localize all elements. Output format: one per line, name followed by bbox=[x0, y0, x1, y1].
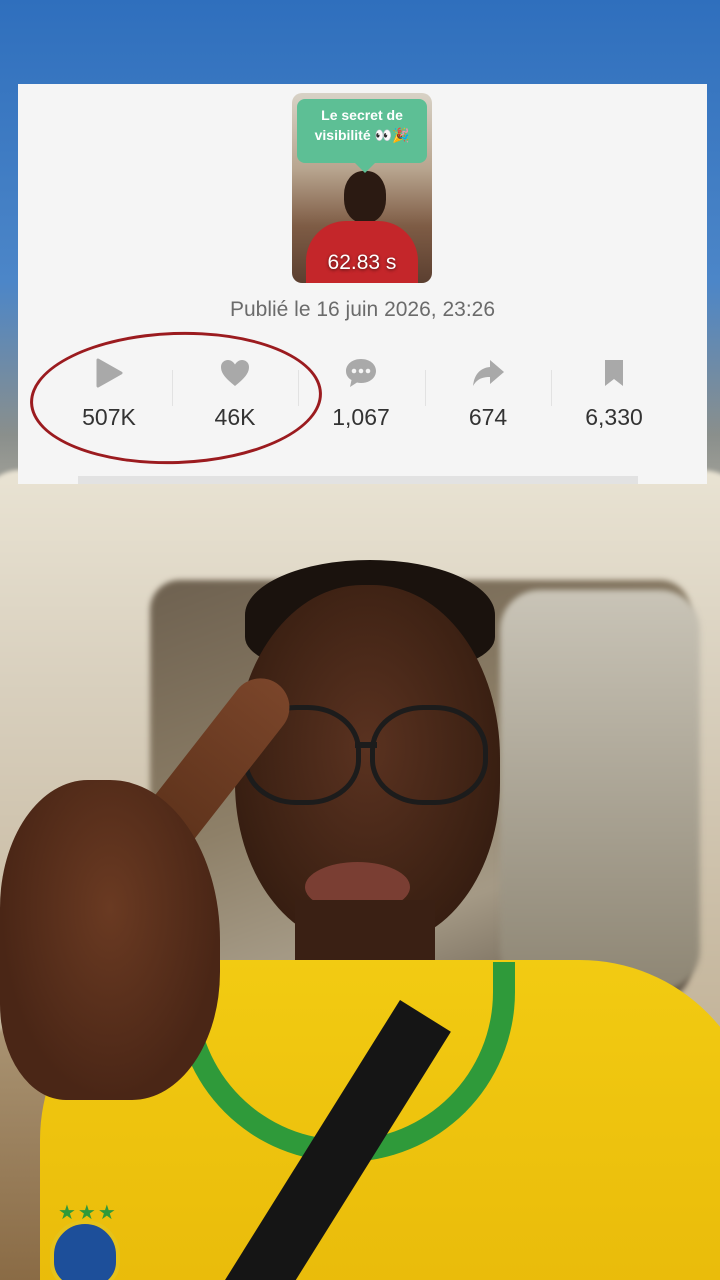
thumbnail-caption-bubble: Le secret de visibilité 👀🎉 bbox=[297, 99, 427, 173]
glasses-bridge bbox=[355, 742, 377, 748]
video-duration: 62.83 s bbox=[327, 251, 397, 274]
glasses-right-lens bbox=[370, 705, 488, 805]
share-icon bbox=[425, 352, 551, 394]
saves-count: 6,330 bbox=[585, 404, 643, 430]
thumbnail-caption-line1: Le secret de bbox=[321, 107, 403, 123]
stat-saves: 6,330 bbox=[551, 352, 677, 431]
van-side-window bbox=[500, 590, 700, 990]
video-thumbnail[interactable]: Le secret de visibilité 👀🎉 62.83 s bbox=[292, 93, 432, 283]
stat-shares: 674 bbox=[425, 352, 551, 431]
raised-hand bbox=[0, 780, 220, 1100]
cut-off-caption-text bbox=[78, 476, 638, 484]
video-stats-card: Le secret de visibilité 👀🎉 62.83 s Publi… bbox=[18, 84, 707, 484]
bookmark-icon bbox=[551, 352, 677, 394]
hand-drawn-red-circle bbox=[27, 326, 325, 470]
shares-count: 674 bbox=[468, 404, 508, 430]
thumbnail-caption-line2: visibilité 👀🎉 bbox=[314, 127, 410, 143]
thumbnail-person-head bbox=[344, 171, 386, 223]
published-date: Publié le 16 juin 2026, 23:26 bbox=[229, 298, 496, 321]
